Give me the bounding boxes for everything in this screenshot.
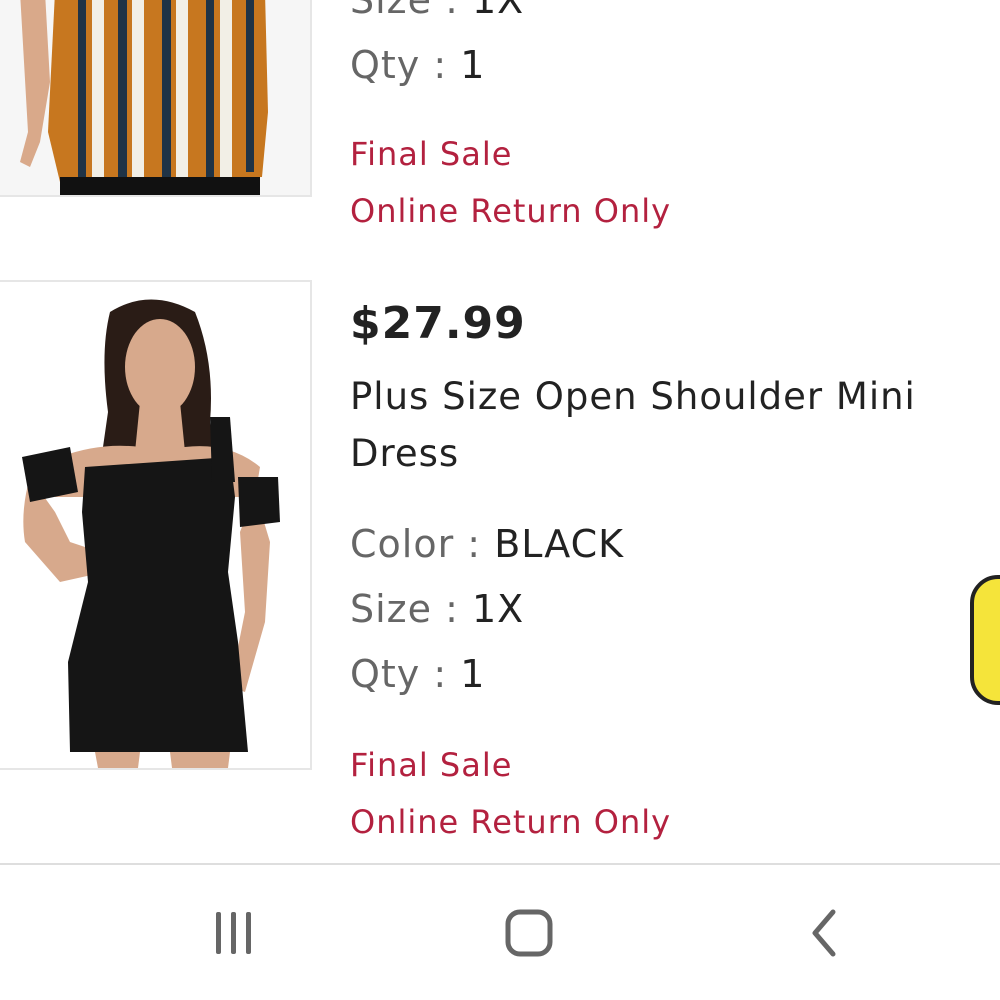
home-button[interactable]: [499, 905, 559, 965]
separator: :: [420, 43, 461, 87]
back-icon: [805, 908, 845, 962]
size-row: Size : 1X: [350, 0, 980, 33]
qty-value: 1: [460, 652, 486, 696]
color-label: Color: [350, 522, 455, 566]
recent-apps-icon: [212, 910, 256, 960]
recent-apps-button[interactable]: [204, 905, 264, 965]
home-icon: [504, 908, 554, 962]
item-details: $27.99 Plus Size Open Shoulder Mini Dres…: [350, 290, 980, 851]
size-label: Size: [350, 0, 433, 22]
final-sale-label: Final Sale: [350, 135, 513, 173]
product-image[interactable]: [0, 280, 312, 770]
qty-row: Qty : 1: [350, 33, 980, 98]
qty-label: Qty: [350, 652, 421, 696]
separator: :: [432, 587, 472, 631]
return-policy-label: Online Return Only: [350, 192, 672, 230]
list-item[interactable]: $27.99 Plus Size Open Shoulder Mini Dres…: [0, 280, 1000, 865]
item-details: Size : 1X Qty : 1 Final Sale Online Retu…: [350, 0, 980, 240]
size-value: 1X: [471, 587, 525, 631]
size-label: Size: [350, 587, 433, 631]
separator: :: [420, 652, 461, 696]
color-value: BLACK: [494, 522, 625, 566]
return-policy-label: Online Return Only: [350, 803, 672, 841]
system-nav-bar: [0, 865, 1000, 1000]
qty-value: 1: [460, 43, 486, 87]
item-price: $27.99: [350, 298, 526, 349]
size-row: Size : 1X: [350, 577, 980, 642]
list-item[interactable]: Size : 1X Qty : 1 Final Sale Online Retu…: [0, 0, 1000, 250]
item-name[interactable]: Plus Size Open Shoulder Mini Dress: [350, 368, 980, 482]
qty-label: Qty: [350, 43, 421, 87]
separator: :: [454, 522, 495, 566]
cart-list: Size : 1X Qty : 1 Final Sale Online Retu…: [0, 0, 1000, 865]
product-image[interactable]: [0, 0, 312, 197]
final-sale-label: Final Sale: [350, 746, 513, 784]
back-button[interactable]: [795, 905, 855, 965]
qty-row: Qty : 1: [350, 642, 980, 707]
color-row: Color : BLACK: [350, 512, 980, 577]
separator: :: [432, 0, 472, 22]
size-value: 1X: [471, 0, 525, 22]
floating-chat-badge[interactable]: [970, 575, 1000, 705]
